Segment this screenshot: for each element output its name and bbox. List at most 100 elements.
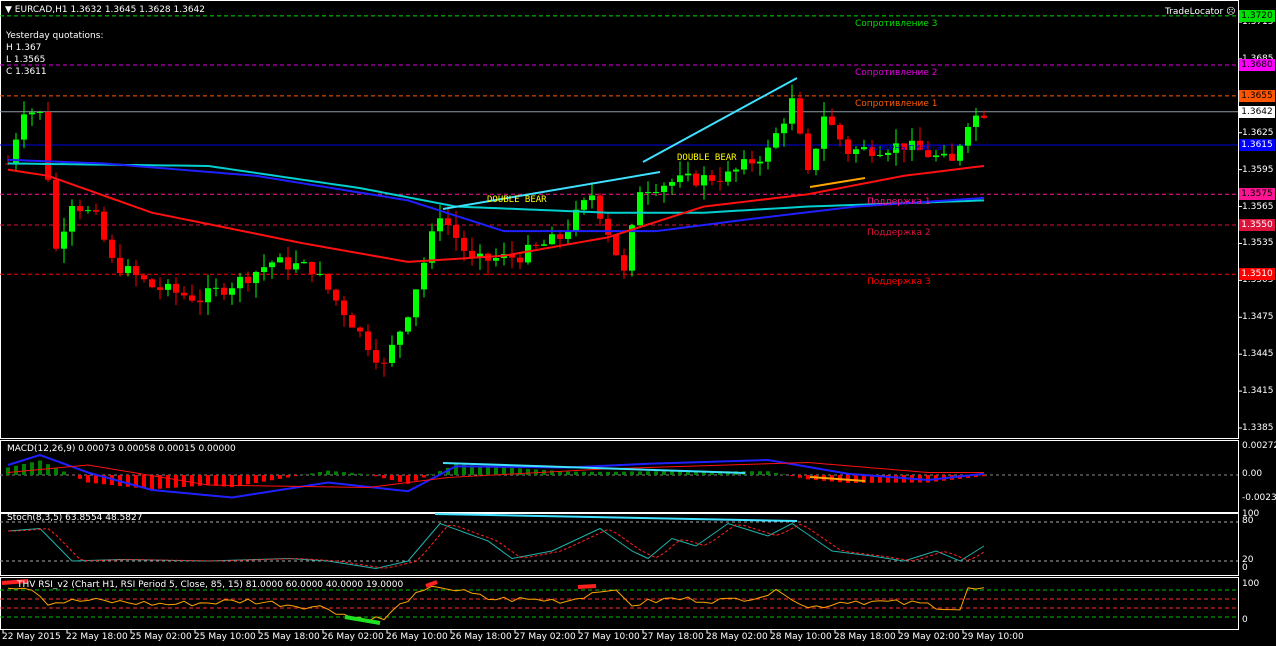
- candle-body: [461, 237, 467, 251]
- candle-body: [69, 205, 75, 232]
- candle-body: [549, 234, 555, 245]
- time-axis-label: 26 May 02:00: [322, 632, 384, 642]
- candle-body: [93, 210, 99, 212]
- candle-body: [693, 173, 699, 186]
- candle-body: [397, 331, 403, 345]
- macd-histogram-bar: [430, 474, 434, 475]
- pattern-label: DOUBLE BEAR: [487, 195, 547, 205]
- candle-body: [541, 244, 547, 246]
- price-level-badge: 1.3655: [1239, 89, 1275, 102]
- symbol-header: ▼ EURCAD,H1 1.3632 1.3645 1.3628 1.3642: [5, 5, 205, 15]
- macd-histogram-bar: [214, 475, 218, 486]
- price-axis-label: 1.3475: [1242, 312, 1274, 323]
- macd-histogram-bar: [550, 470, 554, 475]
- macd-histogram-bar: [806, 475, 810, 480]
- price-level-badge: 1.3510: [1239, 268, 1275, 281]
- candle-body: [533, 244, 539, 246]
- candle-body: [365, 331, 371, 351]
- macd-histogram-bar: [286, 475, 290, 478]
- candle-body: [469, 250, 475, 258]
- macd-histogram-bar: [190, 475, 194, 487]
- macd-histogram-bar: [206, 475, 210, 486]
- level-label: Сопротивление 1: [855, 98, 938, 109]
- macd-histogram-bar: [342, 472, 346, 475]
- macd-histogram-bar: [598, 471, 602, 475]
- rsi-axis-100: 100: [1242, 579, 1260, 589]
- candle-body: [933, 155, 939, 158]
- candle-body: [789, 98, 795, 124]
- candle-body: [317, 273, 323, 275]
- macd-histogram-bar: [502, 467, 506, 475]
- candle-body: [45, 111, 51, 180]
- candle-body: [677, 175, 683, 183]
- macd-histogram-bar: [422, 475, 426, 478]
- candle-body: [253, 272, 259, 284]
- price-level-badge: 1.3575: [1239, 188, 1275, 201]
- yesterday-title: Yesterday quotations:: [6, 31, 104, 41]
- candle-body: [61, 231, 67, 249]
- time-axis-label: 29 May 10:00: [962, 632, 1024, 642]
- macd-histogram-bar: [262, 475, 266, 482]
- yesterday-close: C 1.3611: [6, 67, 47, 77]
- macd-histogram-bar: [606, 471, 610, 475]
- price-level-badge: 1.3680: [1239, 59, 1275, 72]
- macd-histogram-bar: [126, 475, 130, 487]
- macd-histogram-bar: [30, 462, 34, 475]
- macd-histogram-bar: [46, 464, 50, 475]
- macd-histogram-bar: [798, 475, 802, 478]
- candle-body: [213, 287, 219, 289]
- macd-histogram-bar: [174, 475, 178, 488]
- macd-histogram-bar: [310, 473, 314, 475]
- candle-body: [685, 173, 691, 176]
- candle-body: [781, 123, 787, 134]
- rsi-overbought-mark: [577, 584, 597, 589]
- level-label: Поддержка 1: [867, 197, 931, 208]
- candle-body: [493, 258, 499, 261]
- pattern-label: DOUBLE BEAR: [677, 153, 737, 163]
- macd-histogram-bar: [38, 460, 42, 475]
- candle-body: [637, 192, 643, 226]
- chart-canvas[interactable]: [0, 0, 1276, 646]
- candle-body: [765, 147, 771, 162]
- price-level-badge: 1.3615: [1239, 139, 1275, 152]
- ma-red-line: [7, 164, 985, 263]
- macd-histogram-bar: [62, 471, 66, 475]
- dropdown-triangle-icon[interactable]: ▼: [5, 5, 15, 15]
- candle-body: [357, 327, 363, 332]
- candle-body: [53, 179, 59, 249]
- macd-histogram-bar: [390, 475, 394, 480]
- macd-histogram-bar: [614, 471, 618, 475]
- candle-body: [733, 169, 739, 172]
- candle-body: [181, 292, 187, 296]
- candle-body: [829, 116, 835, 125]
- macd-histogram-bar: [246, 475, 250, 485]
- candle-body: [389, 344, 395, 363]
- price-axis-label: 1.3445: [1242, 349, 1274, 360]
- macd-histogram-bar: [350, 472, 354, 475]
- time-axis-label: 27 May 02:00: [514, 632, 576, 642]
- candle-body: [445, 218, 451, 226]
- candle-body: [725, 171, 731, 182]
- candle-body: [877, 154, 883, 156]
- macd-histogram-bar: [150, 475, 154, 490]
- candle-body: [525, 244, 531, 263]
- macd-histogram-bar: [278, 475, 282, 479]
- time-axis-label: 22 May 18:00: [66, 632, 128, 642]
- price-axis-label: 1.3385: [1242, 422, 1274, 433]
- candle-body: [125, 266, 131, 274]
- candle-body: [845, 139, 851, 155]
- stoch-title: Stoch(8,3,5) 63.8554 48.5827: [7, 513, 143, 523]
- macd-histogram-bar: [670, 471, 674, 475]
- macd-histogram-bar: [318, 472, 322, 475]
- candle-body: [837, 124, 843, 140]
- time-axis-label: 25 May 18:00: [258, 632, 320, 642]
- candle-body: [293, 263, 299, 270]
- macd-histogram-bar: [750, 471, 754, 475]
- level-label: Поддержка 3: [867, 277, 931, 288]
- macd-histogram-bar: [326, 470, 330, 475]
- stoch-axis-80: 80: [1242, 516, 1254, 526]
- macd-histogram-bar: [526, 468, 530, 475]
- time-axis-label: 27 May 10:00: [578, 632, 640, 642]
- macd-histogram-bar: [270, 475, 274, 481]
- candle-body: [669, 182, 675, 186]
